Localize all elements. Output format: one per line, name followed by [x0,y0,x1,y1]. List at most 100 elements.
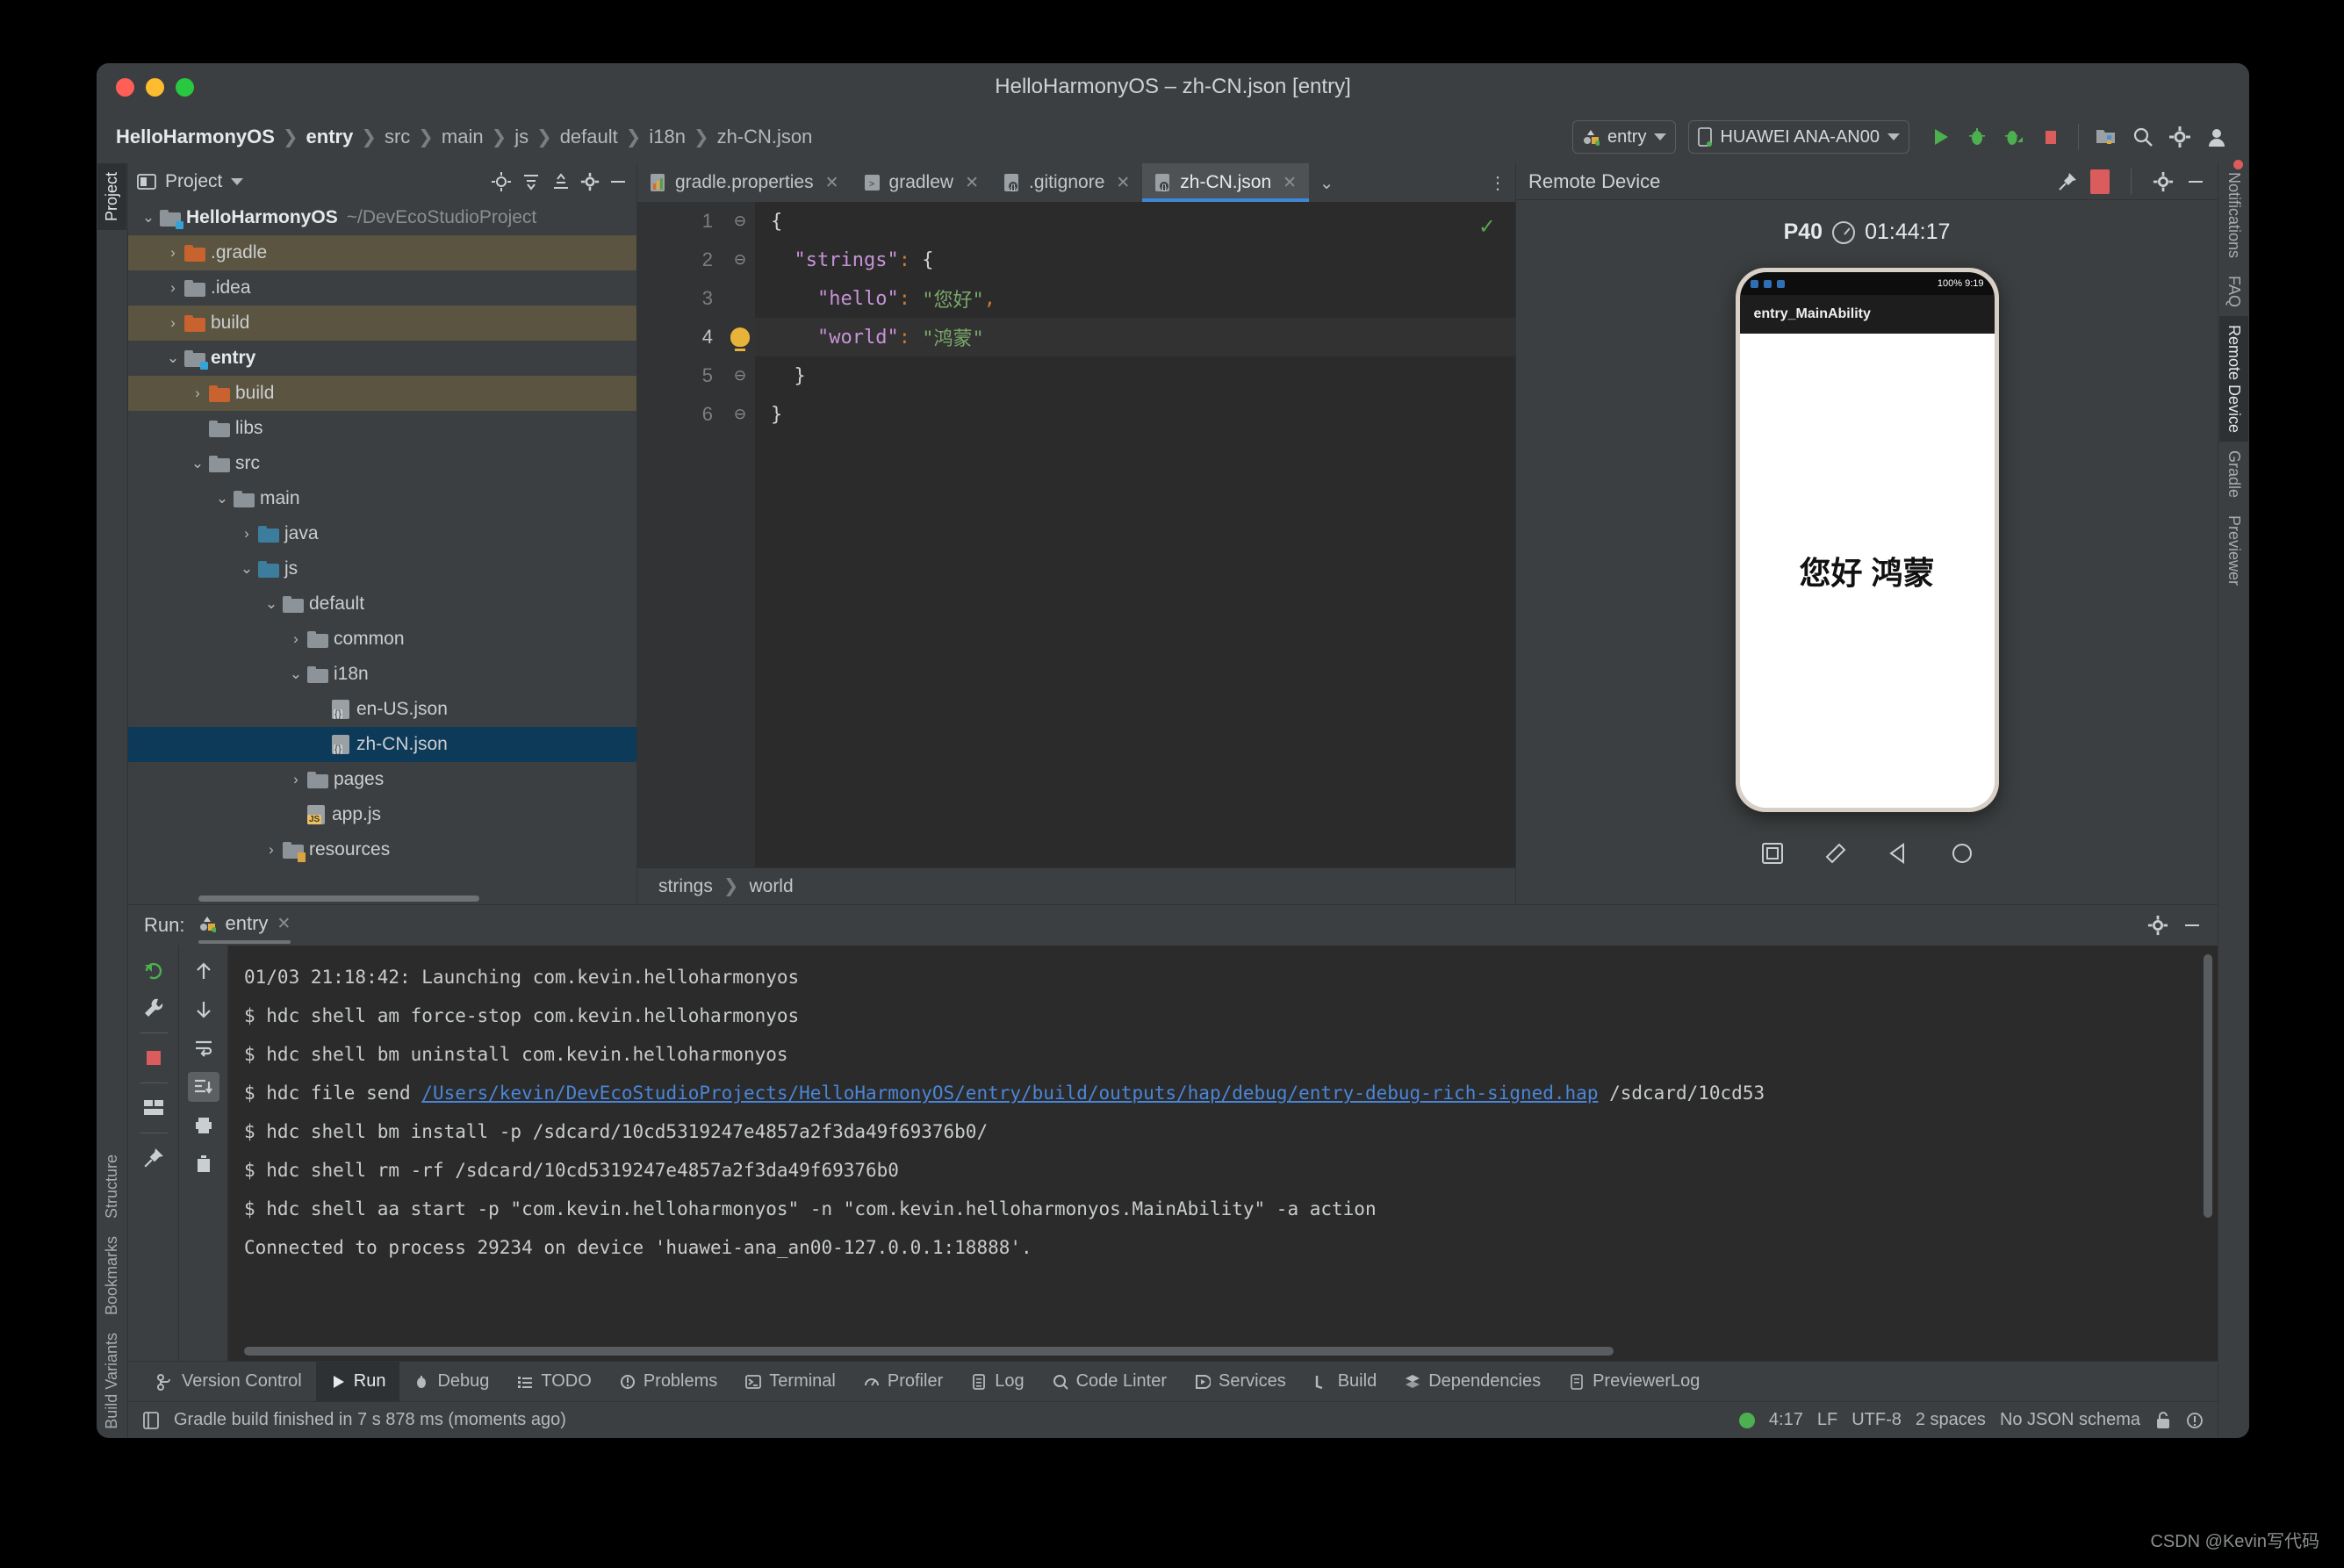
trash-icon[interactable] [188,1149,219,1179]
pin-icon[interactable] [138,1143,169,1173]
chevron-down-icon[interactable]: ⌄ [137,209,160,227]
device-manager-icon[interactable] [2091,122,2121,152]
fold-marker-icon[interactable]: ⊖ [725,202,755,241]
chevron-right-icon[interactable]: › [284,771,307,788]
chevron-right-icon[interactable]: › [162,314,184,332]
sidebar-item-build-variants[interactable]: Build Variants [97,1324,126,1438]
chevron-right-icon[interactable]: › [162,279,184,297]
tree-node[interactable]: ⌄ js [128,551,636,586]
minimize-panel-icon[interactable] [2186,172,2205,191]
tool-window-button[interactable]: Log [957,1362,1038,1401]
run-icon[interactable] [1925,122,1955,152]
breadcrumb-item-entry[interactable]: entry [306,126,354,148]
indent-setting[interactable]: 2 spaces [1916,1410,1986,1430]
tool-window-button[interactable]: Run [315,1362,400,1401]
console-hscrollbar[interactable] [244,1347,2202,1356]
tree-node[interactable]: {} zh-CN.json [128,727,636,762]
editor-area[interactable]: 123456 ⊖ ⊖ ⊖ ⊖ { "strings": { "hello": "您好"… [637,202,1515,867]
down-icon[interactable] [188,995,219,1025]
wrench-icon[interactable] [138,993,169,1023]
sidebar-item-previewer[interactable]: Previewer [2219,507,2248,594]
breadcrumb-item-main[interactable]: main [442,126,484,148]
fold-marker-icon[interactable]: ⊖ [725,395,755,434]
file-encoding[interactable]: UTF-8 [1851,1410,1902,1430]
chevron-down-icon[interactable]: ⌄ [260,595,283,613]
phone-app-content[interactable]: 您好 鸿蒙 [1739,334,1995,808]
minimize-window-button[interactable] [146,78,164,97]
line-separator[interactable]: LF [1817,1410,1837,1430]
scrollbar-thumb[interactable] [2204,954,2212,1218]
debug-icon[interactable] [1962,122,1992,152]
sidebar-item-structure[interactable]: Structure [97,1146,126,1227]
layout-icon[interactable] [138,1093,169,1123]
tree-node[interactable]: › build [128,306,636,341]
chevron-right-icon[interactable]: › [284,630,307,648]
tool-window-button[interactable]: PreviewerLog [1555,1362,1714,1401]
status-message[interactable]: Gradle build finished in 7 s 878 ms (mom… [174,1410,566,1430]
tool-window-button[interactable]: Terminal [731,1362,850,1401]
tree-node[interactable]: ⌄ src [128,446,636,481]
tree-node[interactable]: › common [128,622,636,657]
scrollbar-thumb[interactable] [198,895,479,902]
run-configuration-selector[interactable]: entry [1572,120,1677,154]
phone-mockup[interactable]: 100% 9:19 entry_MainAbility 您好 鸿蒙 [1735,268,1999,812]
chevron-down-icon[interactable]: ⌄ [186,455,209,472]
console-actions-toolbar[interactable] [179,946,228,1361]
pin-icon[interactable] [2057,171,2078,192]
tool-window-bar[interactable]: Version Control Run Debug TODO Problems Termi… [128,1361,2218,1401]
print-icon[interactable] [188,1111,219,1140]
tree-node[interactable]: › resources [128,832,636,867]
scroll-to-end-icon[interactable] [187,1072,219,1102]
close-icon[interactable]: ✕ [277,914,291,934]
more-options-icon[interactable]: ⋮ [1480,163,1515,202]
window-controls[interactable] [116,78,194,97]
account-icon[interactable] [2202,122,2232,152]
sidebar-item-faq[interactable]: FAQ [2219,267,2248,316]
code-line[interactable]: } [755,356,1515,395]
sidebar-item-notifications[interactable]: Notifications [2219,160,2248,267]
device-selector[interactable]: HUAWEI ANA-AN00 [1688,120,1909,154]
stop-icon[interactable] [2036,122,2066,152]
stop-device-icon[interactable] [2090,169,2110,194]
screenshot-icon[interactable] [1759,840,1786,867]
caret-position[interactable]: 4:17 [1769,1410,1803,1430]
gear-icon[interactable] [2165,122,2195,152]
breadcrumb-item-js[interactable]: js [514,126,528,148]
rerun-icon[interactable] [138,956,169,986]
up-icon[interactable] [188,956,219,986]
breadcrumb[interactable]: HelloHarmonyOS ❯ entry ❯ src ❯ main ❯ js… [116,126,812,148]
tree-node[interactable]: {} en-US.json [128,692,636,727]
json-schema-status[interactable]: No JSON schema [2000,1410,2140,1430]
maximize-window-button[interactable] [176,78,194,97]
editor-tab[interactable]: gradle.properties ✕ [637,163,852,202]
close-window-button[interactable] [116,78,134,97]
project-tree-hscrollbar[interactable] [128,892,636,904]
notification-icon[interactable] [2186,1411,2204,1430]
chevron-right-icon[interactable]: › [186,385,209,402]
chevron-down-icon[interactable]: ⌄ [211,490,234,507]
code-line[interactable]: "world": "鸿蒙" [755,318,1515,356]
scrollbar-thumb[interactable] [244,1347,1614,1356]
tree-node[interactable]: › pages [128,762,636,797]
editor-code[interactable]: { "strings": { "hello": "您好", "world": "… [755,202,1515,867]
chevron-right-icon[interactable]: › [162,244,184,262]
structure-crumb-world[interactable]: world [749,876,793,897]
chevron-right-icon[interactable]: › [260,841,283,859]
tool-window-button[interactable]: Build [1300,1362,1391,1401]
breadcrumb-item-i18n[interactable]: i18n [649,126,686,148]
tool-window-button[interactable]: Problems [606,1362,731,1401]
chevron-down-icon[interactable]: ⌄ [235,560,258,578]
project-tree[interactable]: ⌄ HelloHarmonyOS ~/DevEcoStudioProject › .gr… [128,200,636,892]
code-line[interactable]: "strings": { [755,241,1515,279]
structure-crumb-strings[interactable]: strings [658,876,713,897]
collapse-all-icon[interactable] [550,171,572,192]
chevron-right-icon[interactable]: › [235,525,258,543]
console-file-link[interactable]: /Users/kevin/DevEcoStudioProjects/HelloH… [421,1082,1598,1104]
run-actions-toolbar[interactable] [128,946,179,1361]
breadcrumb-item-default[interactable]: default [560,126,618,148]
gear-icon[interactable] [2147,915,2168,936]
tree-node[interactable]: JS app.js [128,797,636,832]
fold-marker-icon[interactable]: ⊖ [725,241,755,279]
unlock-icon[interactable] [2154,1411,2172,1430]
tool-window-button[interactable]: Debug [399,1362,503,1401]
